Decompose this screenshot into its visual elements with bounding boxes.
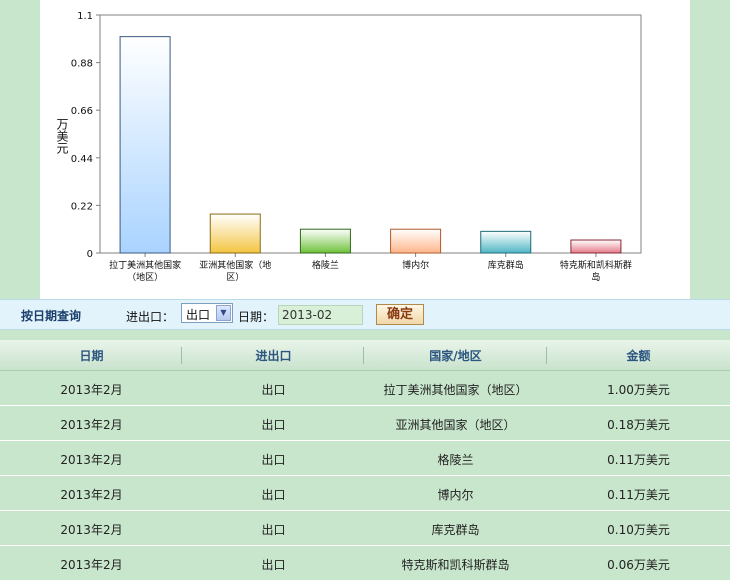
cell-io: 出口 xyxy=(261,418,286,432)
header-date: 日期 xyxy=(79,349,104,363)
cell-io: 出口 xyxy=(261,488,286,502)
date-label: 日期： xyxy=(238,310,275,324)
cell-amount: 0.06万美元 xyxy=(607,558,670,572)
x-tick-label: 库克群岛 xyxy=(488,259,524,271)
bar xyxy=(480,230,532,254)
x-tick-label: 博内尔 xyxy=(402,259,429,271)
y-axis-label: 万美元 xyxy=(55,118,69,155)
chevron-down-icon[interactable]: ▼ xyxy=(216,305,231,321)
cell-date: 2013年2月 xyxy=(60,523,123,537)
table-row: 2013年2月 出口 格陵兰 0.11万美元 xyxy=(0,441,730,476)
chart-panel: 0 0.22 0.44 0.66 0.88 1.1 拉丁美洲其他国家 （地区） 亚洲其他国家（地… xyxy=(40,0,690,299)
io-label: 进出口： xyxy=(126,310,175,324)
cell-io: 出口 xyxy=(261,558,286,572)
cell-date: 2013年2月 xyxy=(60,418,123,432)
cell-country: 拉丁美洲其他国家（地区） xyxy=(383,383,528,397)
x-tick-label: 格陵兰 xyxy=(312,259,339,271)
cell-date: 2013年2月 xyxy=(60,453,123,467)
io-select[interactable]: 出口 ▼ xyxy=(181,303,233,323)
date-input[interactable] xyxy=(278,305,363,325)
header-io: 进出口 xyxy=(255,349,292,363)
cell-country: 格陵兰 xyxy=(437,453,474,467)
cell-country: 亚洲其他国家（地区） xyxy=(395,418,516,432)
y-tick-label: 0.22 xyxy=(71,201,93,212)
cell-io: 出口 xyxy=(261,453,286,467)
query-title: 按日期查询 xyxy=(21,309,82,323)
cell-country: 博内尔 xyxy=(437,488,474,502)
header-country: 国家/地区 xyxy=(429,349,482,363)
table-header: 日期 进出口 国家/地区 金额 xyxy=(0,340,730,371)
table-row: 2013年2月 出口 亚洲其他国家（地区） 0.18万美元 xyxy=(0,406,730,441)
bar xyxy=(570,239,622,254)
result-table: 日期 进出口 国家/地区 金额 2013年2月 出口 拉丁美洲其他国家（地区） 1.0… xyxy=(0,340,730,581)
table-row: 2013年2月 出口 特克斯和凯科斯群岛 0.06万美元 xyxy=(0,546,730,581)
table-body: 2013年2月 出口 拉丁美洲其他国家（地区） 1.00万美元 2013年2月 出口 亚洲其… xyxy=(0,371,730,581)
header-separator xyxy=(181,347,182,364)
x-tick-label: 拉丁美洲其他国家 xyxy=(109,259,181,271)
cell-date: 2013年2月 xyxy=(60,383,123,397)
x-tick-label: 特克斯和凯科斯群 xyxy=(560,259,632,271)
cell-io: 出口 xyxy=(261,383,286,397)
cell-date: 2013年2月 xyxy=(60,488,123,502)
plot-area xyxy=(99,14,642,254)
x-tick-label: 区） xyxy=(226,272,244,283)
table-row: 2013年2月 出口 库克群岛 0.10万美元 xyxy=(0,511,730,546)
y-tick-label: 0.44 xyxy=(71,154,93,165)
cell-country: 特克斯和凯科斯群岛 xyxy=(401,558,510,572)
confirm-button[interactable]: 确定 xyxy=(376,304,424,325)
cell-amount: 0.11万美元 xyxy=(607,453,670,467)
cell-io: 出口 xyxy=(261,523,286,537)
table-row: 2013年2月 出口 博内尔 0.11万美元 xyxy=(0,476,730,511)
y-tick-label: 0.88 xyxy=(71,59,93,70)
query-bar: 按日期查询 进出口： 出口 ▼ 日期： 确定 xyxy=(0,299,730,330)
bar xyxy=(209,213,261,254)
table-row: 2013年2月 出口 拉丁美洲其他国家（地区） 1.00万美元 xyxy=(0,371,730,406)
bar xyxy=(390,228,442,254)
cell-date: 2013年2月 xyxy=(60,558,123,572)
y-tick-label: 1.1 xyxy=(77,11,93,22)
x-tick-label: 亚洲其他国家（地 xyxy=(199,259,271,271)
bar xyxy=(299,228,351,254)
cell-amount: 1.00万美元 xyxy=(607,383,670,397)
cell-country: 库克群岛 xyxy=(431,523,480,537)
y-tick-label: 0 xyxy=(87,249,93,260)
x-tick-label: （地区） xyxy=(127,271,163,283)
y-tick-label: 0.66 xyxy=(71,106,93,117)
cell-amount: 0.11万美元 xyxy=(607,488,670,502)
cell-amount: 0.10万美元 xyxy=(607,523,670,537)
io-select-value: 出口 xyxy=(186,308,211,322)
bar-chart: 0 0.22 0.44 0.66 0.88 1.1 拉丁美洲其他国家（地区） 亚洲其他国家（地… xyxy=(55,11,642,283)
header-amount: 金额 xyxy=(626,349,651,363)
bar xyxy=(119,36,171,254)
x-tick-label: 岛 xyxy=(591,271,600,283)
cell-amount: 0.18万美元 xyxy=(607,418,670,432)
